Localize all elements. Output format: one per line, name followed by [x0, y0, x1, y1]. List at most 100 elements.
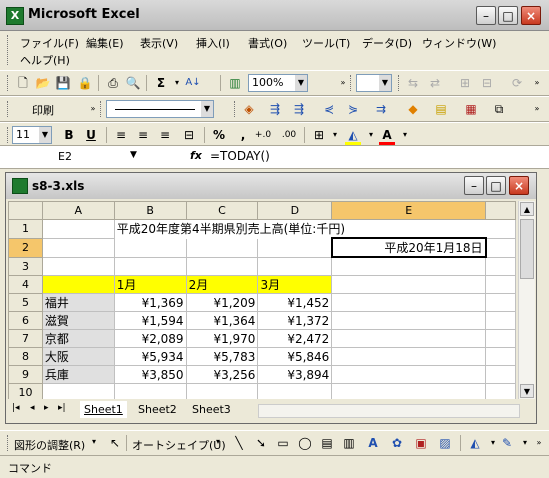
- cell[interactable]: [485, 275, 516, 294]
- merge-center-icon[interactable]: ⊟: [180, 126, 198, 144]
- cell[interactable]: [485, 219, 516, 239]
- cell[interactable]: [113, 237, 187, 258]
- cell[interactable]: [41, 219, 115, 239]
- decrease-decimal-icon[interactable]: .00: [280, 126, 298, 144]
- cell[interactable]: [185, 256, 259, 276]
- cell[interactable]: [185, 237, 259, 258]
- oval-icon[interactable]: ◯: [296, 434, 314, 452]
- trace-dependents-icon[interactable]: ⇶: [266, 100, 284, 118]
- merge-cells-icon[interactable]: ⇆: [404, 74, 422, 92]
- menu-window[interactable]: ウィンドウ(W): [422, 35, 496, 51]
- active-cell-date[interactable]: 平成20年1月18日: [330, 237, 487, 258]
- scroll-up-icon[interactable]: ▲: [520, 202, 534, 216]
- menu-format[interactable]: 書式(O): [248, 35, 287, 51]
- column-header[interactable]: B: [113, 201, 187, 220]
- watch-window-icon[interactable]: ▦: [462, 100, 480, 118]
- row-header[interactable]: 6: [8, 311, 43, 330]
- align-left-icon[interactable]: ≡: [112, 126, 130, 144]
- cell[interactable]: [331, 293, 487, 312]
- evaluate-formula-icon[interactable]: ⧉: [490, 100, 508, 118]
- prefecture-cell[interactable]: 滋賀: [41, 311, 115, 330]
- workbook-maximize-button[interactable]: □: [486, 176, 506, 195]
- autoshape-menu[interactable]: オートシェイプ(U): [132, 437, 226, 453]
- warning-icon[interactable]: ◆: [404, 100, 422, 118]
- increase-decimal-icon[interactable]: +.0: [254, 126, 272, 144]
- align-right-icon[interactable]: ≡: [156, 126, 174, 144]
- new-icon[interactable]: 🗋: [14, 74, 32, 92]
- next-sheet-icon[interactable]: ▸: [44, 403, 49, 413]
- first-sheet-icon[interactable]: |◂: [12, 403, 20, 413]
- cell[interactable]: [331, 311, 487, 330]
- row-header[interactable]: 5: [8, 293, 43, 312]
- cell[interactable]: [485, 383, 516, 399]
- workbook-close-button[interactable]: ×: [509, 176, 529, 195]
- trace-error-icon[interactable]: ⋞: [320, 100, 338, 118]
- remove-arrows-icon[interactable]: ⇶: [290, 100, 308, 118]
- menu-data[interactable]: データ(D): [362, 35, 412, 51]
- sort-ascending-icon[interactable]: A↓: [184, 74, 202, 92]
- sales-cell[interactable]: ¥3,850: [113, 365, 187, 384]
- comma-style-button[interactable]: ,: [234, 126, 252, 144]
- column-header[interactable]: C: [185, 201, 259, 220]
- last-sheet-icon[interactable]: ▸|: [58, 403, 66, 413]
- prefecture-cell[interactable]: 大阪: [41, 347, 115, 366]
- remove-all-arrows-icon[interactable]: ⋟: [344, 100, 362, 118]
- sales-cell[interactable]: ¥1,970: [185, 329, 259, 348]
- grid-icon[interactable]: ⊞: [456, 74, 474, 92]
- row-header[interactable]: 9: [8, 365, 43, 384]
- menu-view[interactable]: 表示(V): [140, 35, 178, 51]
- textbox-icon[interactable]: ▤: [318, 434, 336, 452]
- sales-cell[interactable]: ¥1,594: [113, 311, 187, 330]
- rectangle-icon[interactable]: ▭: [274, 434, 292, 452]
- cell[interactable]: [185, 383, 259, 399]
- header-cell[interactable]: 1月: [113, 275, 187, 294]
- minimize-button[interactable]: –: [476, 6, 496, 25]
- line-color-icon[interactable]: ✎: [498, 434, 516, 452]
- sales-cell[interactable]: ¥1,209: [185, 293, 259, 312]
- prefecture-cell[interactable]: 福井: [41, 293, 115, 312]
- column-header[interactable]: A: [41, 201, 115, 220]
- scroll-thumb[interactable]: [520, 219, 534, 279]
- sales-cell[interactable]: ¥5,783: [185, 347, 259, 366]
- sheet-title-cell[interactable]: 平成20年度第4半期県別売上高(単位:千円): [113, 219, 487, 239]
- row-header[interactable]: 7: [8, 329, 43, 348]
- diagram-icon[interactable]: ✿: [388, 434, 406, 452]
- print-preview-icon[interactable]: 🔍: [124, 74, 142, 92]
- cell[interactable]: [257, 256, 333, 276]
- name-box[interactable]: E2: [58, 150, 72, 163]
- menu-tools[interactable]: ツール(T): [302, 35, 350, 51]
- print-icon[interactable]: ⎙: [104, 74, 122, 92]
- sales-cell[interactable]: ¥1,364: [185, 311, 259, 330]
- adjust-shapes-menu[interactable]: 図形の調整(R): [14, 437, 85, 453]
- cell[interactable]: [485, 347, 516, 366]
- name-box-dropdown-icon[interactable]: ▼: [130, 150, 137, 160]
- vertical-textbox-icon[interactable]: ▥: [340, 434, 358, 452]
- split-icon[interactable]: ⇄: [426, 74, 444, 92]
- formula-input[interactable]: =TODAY(): [210, 149, 270, 163]
- bold-button[interactable]: B: [60, 126, 78, 144]
- align-center-icon[interactable]: ≡: [134, 126, 152, 144]
- table-icon[interactable]: ⊟: [478, 74, 496, 92]
- trace-precedents-icon[interactable]: ◈: [240, 100, 258, 118]
- zoom-select[interactable]: 100% ▼: [248, 74, 308, 92]
- toolbar-options-icon[interactable]: »: [530, 434, 548, 452]
- cell[interactable]: [331, 256, 487, 276]
- prefecture-cell[interactable]: 京都: [41, 329, 115, 348]
- header-cell[interactable]: [41, 275, 115, 294]
- prev-sheet-icon[interactable]: ◂: [30, 403, 35, 413]
- percent-style-button[interactable]: %: [210, 126, 228, 144]
- chevron-down-icon[interactable]: ▾: [92, 437, 96, 446]
- sales-cell[interactable]: ¥5,934: [113, 347, 187, 366]
- cell[interactable]: [331, 365, 487, 384]
- chart-wizard-icon[interactable]: ▥: [226, 74, 244, 92]
- cell[interactable]: [41, 237, 115, 258]
- open-icon[interactable]: 📂: [34, 74, 52, 92]
- menu-file[interactable]: ファイル(F): [20, 35, 79, 51]
- chevron-down-icon[interactable]: ▾: [396, 126, 414, 144]
- cell[interactable]: [331, 383, 487, 399]
- function-icon[interactable]: fx: [190, 149, 202, 162]
- menu-help[interactable]: ヘルプ(H): [20, 52, 70, 68]
- chevron-down-icon[interactable]: ▾: [326, 126, 344, 144]
- cell[interactable]: [485, 237, 516, 258]
- font-size-select[interactable]: 11 ▼: [12, 126, 52, 144]
